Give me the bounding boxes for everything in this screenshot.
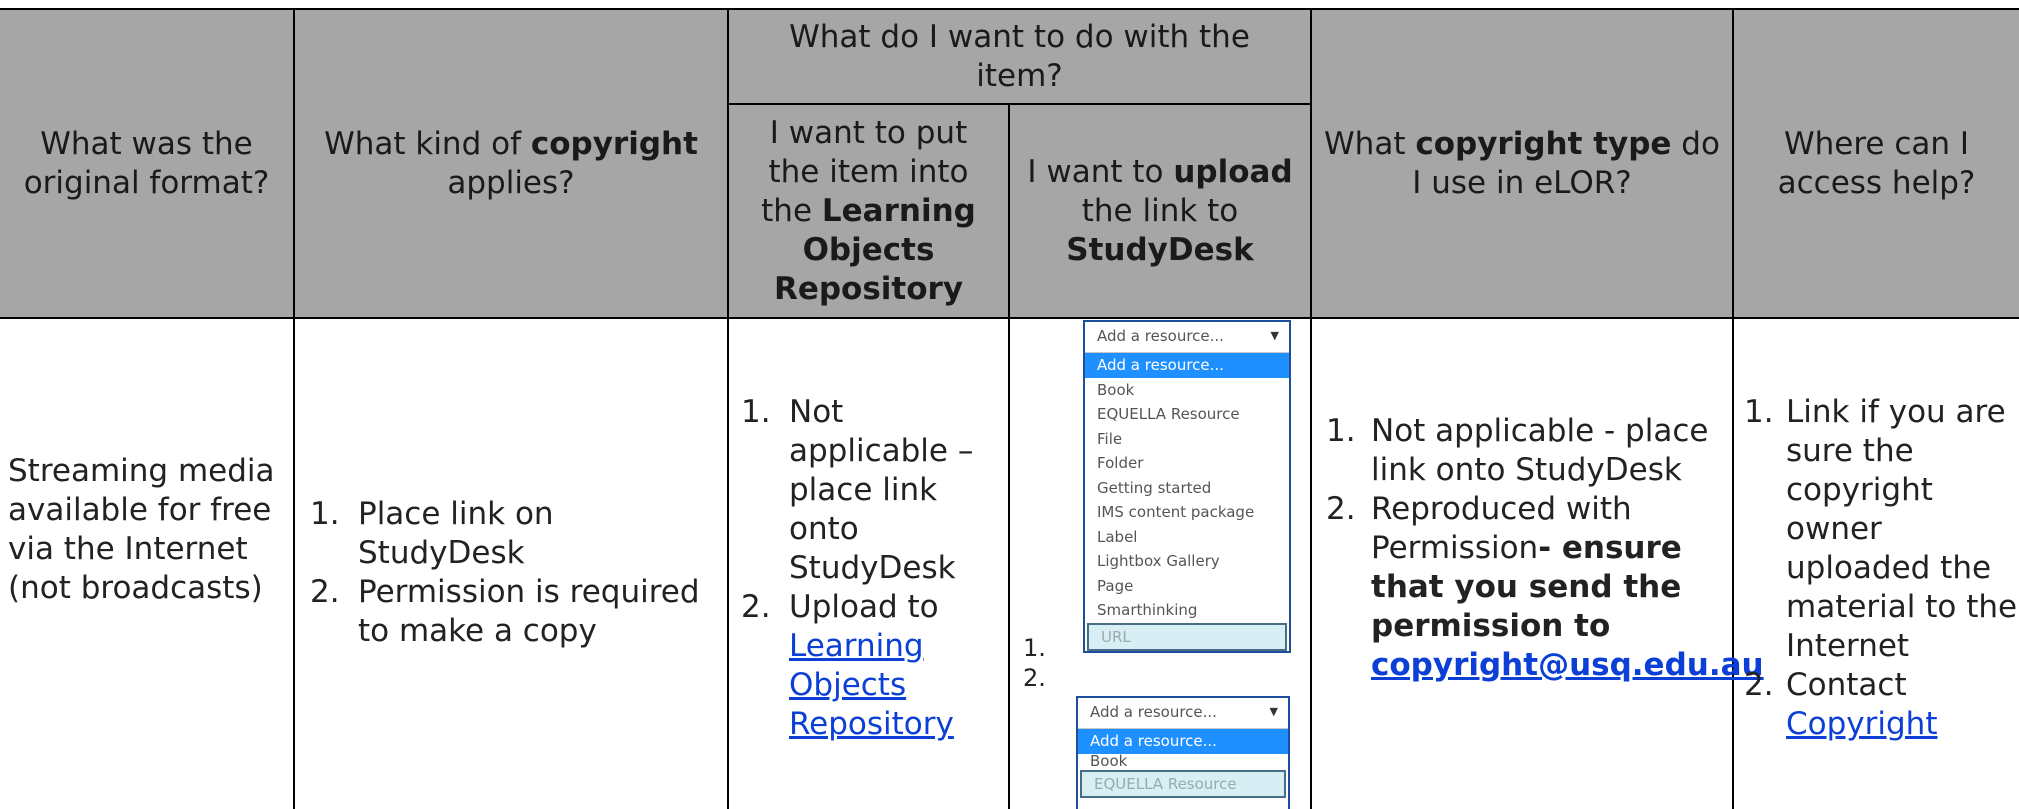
step-number: 2. bbox=[1023, 664, 1046, 692]
step-number: 1. bbox=[1023, 634, 1046, 662]
dropdown-option[interactable]: Add a resource... bbox=[1078, 729, 1288, 754]
list-item: 1. Place link on StudyDesk bbox=[310, 496, 554, 571]
header-copyright-type: What copyright type do I use in eLOR? bbox=[1324, 125, 1720, 201]
dropdown-selected[interactable]: Add a resource... ▼ bbox=[1078, 698, 1288, 729]
header-put-into-repository: I want to put the item into the Learning… bbox=[761, 114, 976, 307]
dropdown-option[interactable]: Folder bbox=[1085, 451, 1289, 476]
dropdown-option[interactable]: IMS content package bbox=[1085, 500, 1289, 525]
header-want-to-do: What do I want to do with the item? bbox=[789, 18, 1250, 94]
copyright-contact-link[interactable]: Copyright bbox=[1786, 706, 1937, 742]
cell-format: Streaming media available for free via t… bbox=[8, 453, 275, 606]
list-item: 2. Contact Copyright bbox=[1744, 667, 1938, 742]
copyright-table: What was the original format? What kind … bbox=[0, 0, 2019, 809]
dropdown-option-equella[interactable]: EQUELLA Resource bbox=[1080, 769, 1286, 798]
dropdown-option[interactable]: Getting started bbox=[1085, 476, 1289, 501]
dropdown-option[interactable]: EQUELLA Resource bbox=[1085, 402, 1289, 427]
dropdown-option[interactable]: Page bbox=[1085, 574, 1289, 599]
header-copyright-kind: What kind of copyright applies? bbox=[324, 125, 698, 201]
dropdown-selected[interactable]: Add a resource... ▼ bbox=[1085, 322, 1289, 353]
dropdown-option[interactable]: Book bbox=[1078, 754, 1288, 770]
header-upload-studydesk: I want to upload the link to StudyDesk bbox=[1027, 153, 1293, 268]
add-resource-dropdown-2[interactable]: Add a resource... ▼ Add a resource... Boo… bbox=[1076, 696, 1290, 809]
dropdown-caret-icon: ▼ bbox=[1270, 329, 1279, 342]
cell-help: 1. Link if you are sure the copyright own… bbox=[1744, 393, 2019, 744]
list-item: 1. Link if you are sure the copyright own… bbox=[1744, 394, 2018, 664]
list-item: 2. Permission is required to make a copy bbox=[310, 574, 700, 649]
cell-copyright-kind: 1. Place link on StudyDesk 2. Permission i… bbox=[310, 495, 710, 651]
cell-copyright-type: 1. Not applicable - place link onto Study… bbox=[1326, 412, 1764, 685]
upload-step-numbers: 1. 2. bbox=[1023, 633, 1046, 693]
copyright-email-link[interactable]: copyright@usq.edu.au bbox=[1371, 647, 1764, 683]
list-item: 2. Upload to Learning Objects Repository bbox=[741, 589, 954, 742]
list-item: 1. Not applicable - place link onto Study… bbox=[1326, 413, 1709, 488]
dropdown-option[interactable]: File bbox=[1085, 427, 1289, 452]
header-access-help: Where can I access help? bbox=[1777, 125, 1976, 201]
header-original-format: What was the original format? bbox=[23, 125, 270, 201]
dropdown-option[interactable]: Add a resource... bbox=[1085, 353, 1289, 378]
dropdown-option-url[interactable]: URL bbox=[1087, 622, 1287, 651]
dropdown-caret-icon: ▼ bbox=[1269, 705, 1278, 718]
dropdown-option[interactable]: Label bbox=[1085, 525, 1289, 550]
dropdown-option[interactable]: Lightbox Gallery bbox=[1085, 549, 1289, 574]
list-item: 1. Not applicable – place link onto Study… bbox=[741, 394, 974, 586]
list-item: 2. Reproduced with Permission- ensure tha… bbox=[1326, 491, 1764, 683]
learning-objects-repository-link[interactable]: Learning Objects Repository bbox=[789, 628, 954, 742]
dropdown-option[interactable]: Smarthinking bbox=[1085, 598, 1289, 623]
cell-repository: 1. Not applicable – place link onto Study… bbox=[741, 393, 1003, 744]
add-resource-dropdown-1[interactable]: Add a resource... ▼ Add a resource... Boo… bbox=[1083, 320, 1291, 653]
dropdown-option[interactable]: Book bbox=[1085, 378, 1289, 403]
